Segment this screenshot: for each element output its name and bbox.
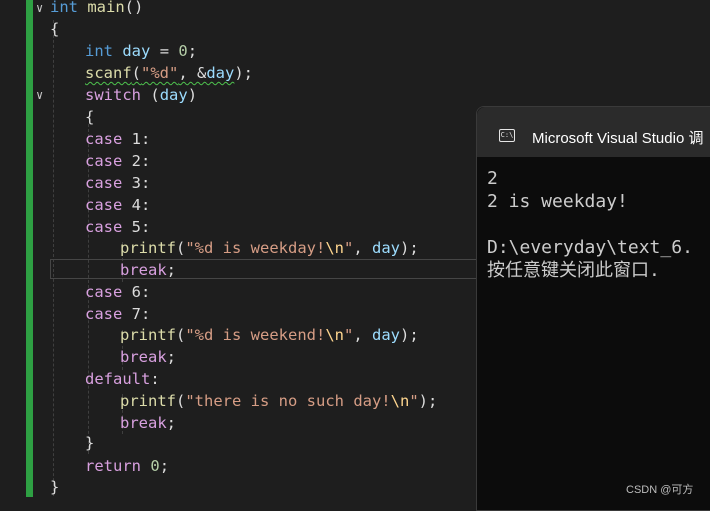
console-window[interactable]: C:\ Microsoft Visual Studio 调 2 2 is wee… <box>476 106 710 511</box>
code-line-break2: break; <box>120 348 177 366</box>
console-output-line: D:\everyday\text_6. <box>487 237 693 258</box>
code-line-switch-brace: { <box>85 108 95 126</box>
console-output-line: 按任意键关闭此窗口. <box>487 260 660 281</box>
code-line-case7: case 7: <box>85 305 151 323</box>
console-icon: C:\ <box>499 129 515 142</box>
code-line-case1: case 1: <box>85 130 151 148</box>
code-line-case4: case 4: <box>85 196 151 214</box>
fold-chevron-switch-icon[interactable]: ∨ <box>36 89 48 101</box>
code-line-case5: case 5: <box>85 218 151 236</box>
console-titlebar[interactable]: C:\ Microsoft Visual Studio 调 <box>477 107 710 157</box>
code-line-break1: break; <box>120 261 177 279</box>
console-output-line: 2 <box>487 168 498 189</box>
change-indicator-bar <box>26 0 33 497</box>
code-line-main-close: } <box>50 478 60 496</box>
watermark-text: CSDN @可方 <box>626 484 694 496</box>
code-line-default: default: <box>85 370 160 388</box>
code-line-printf-weekday: printf("%d is weekday!\n", day); <box>120 239 419 257</box>
code-line-switch-close: } <box>85 434 95 452</box>
code-line-switch: switch (day) <box>85 86 198 104</box>
code-line-case2: case 2: <box>85 152 151 170</box>
code-line-case3: case 3: <box>85 174 151 192</box>
code-line-main: int main() <box>50 0 144 16</box>
editor-gutter <box>0 0 26 505</box>
code-line-printf-weekend: printf("%d is weekend!\n", day); <box>120 326 419 344</box>
code-line-printf-default: printf("there is no such day!\n"); <box>120 392 438 410</box>
code-line-break3: break; <box>120 414 177 432</box>
code-line-return: return 0; <box>85 457 170 475</box>
fold-chevron-main-icon[interactable]: ∨ <box>36 2 48 14</box>
console-title: Microsoft Visual Studio 调 <box>532 130 704 147</box>
code-line-decl: int day = 0; <box>85 42 198 60</box>
code-line-scanf: scanf("%d", &day); <box>85 64 254 82</box>
console-output-line: 2 is weekday! <box>487 191 628 212</box>
code-line-case6: case 6: <box>85 283 151 301</box>
code-line-brace: { <box>50 20 60 38</box>
